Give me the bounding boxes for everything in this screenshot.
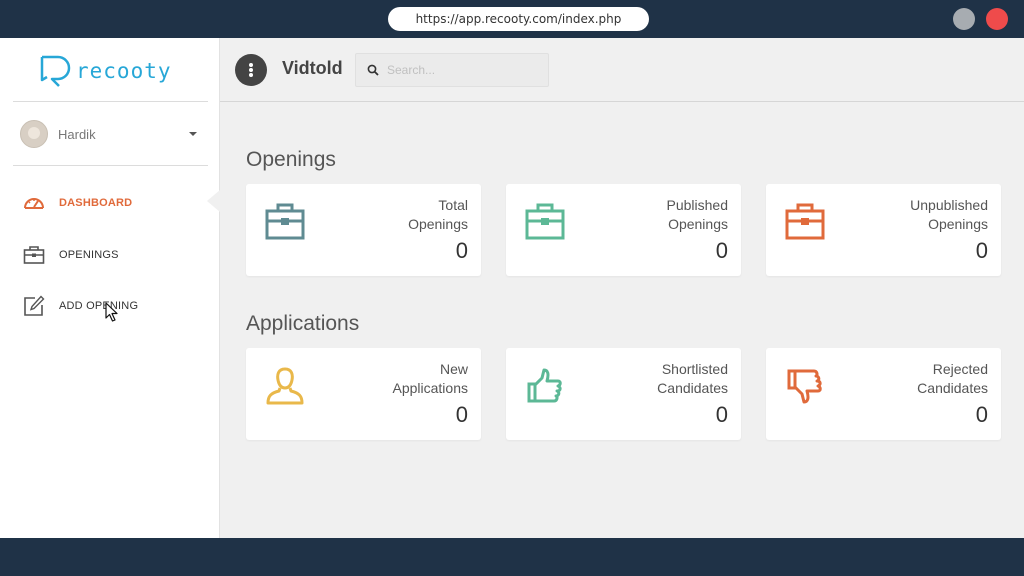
card-value: 0 [715, 238, 728, 263]
card-value: 0 [455, 238, 468, 263]
card-label: Published Openings [666, 197, 729, 232]
user-name: Hardik [58, 126, 96, 142]
browser-bottom-bar [0, 538, 1024, 576]
card-label: Unpublished Openings [910, 197, 988, 232]
sidebar-item-openings[interactable]: OPENINGS [22, 242, 119, 268]
briefcase-icon [22, 244, 46, 266]
search-box[interactable] [355, 53, 549, 87]
app-window: recooty Hardik DASHBOARD OPENINGS ADD OP… [0, 38, 1024, 538]
briefcase-icon [785, 203, 825, 240]
avatar [20, 120, 48, 148]
speedometer-icon [22, 192, 46, 214]
card-shortlisted-candidates[interactable]: Shortlisted Candidates 0 [506, 348, 741, 440]
card-label: New Applications [392, 361, 469, 396]
card-label: Total Openings [408, 197, 468, 232]
card-value: 0 [715, 402, 728, 427]
sidebar-item-label: OPENINGS [59, 249, 119, 261]
logo-text: recooty [76, 59, 172, 83]
company-name: Vidtold [282, 58, 343, 78]
card-value: 0 [975, 402, 988, 427]
card-published-openings[interactable]: Published Openings 0 [506, 184, 741, 276]
thumbs-up-icon [527, 368, 562, 403]
card-value: 0 [975, 238, 988, 263]
section-title-openings: Openings [246, 148, 336, 171]
thumbs-down-icon [787, 369, 822, 404]
browser-top-bar: https://app.recooty.com/index.php [0, 0, 1024, 38]
sidebar: recooty Hardik DASHBOARD OPENINGS ADD OP… [0, 38, 220, 538]
card-rejected-candidates[interactable]: Rejected Candidates 0 [766, 348, 1001, 440]
search-icon [367, 64, 379, 76]
briefcase-icon [525, 203, 565, 240]
card-new-applications[interactable]: New Applications 0 [246, 348, 481, 440]
card-total-openings[interactable]: Total Openings 0 [246, 184, 481, 276]
card-unpublished-openings[interactable]: Unpublished Openings 0 [766, 184, 1001, 276]
search-input[interactable] [387, 63, 537, 77]
menu-button[interactable] [235, 54, 267, 86]
mouse-cursor-icon [105, 302, 118, 322]
card-label: Shortlisted Candidates [657, 361, 728, 396]
section-title-applications: Applications [246, 312, 360, 335]
divider [13, 165, 208, 166]
user-icon [266, 367, 304, 405]
sidebar-item-label: DASHBOARD [59, 197, 133, 209]
divider [13, 101, 208, 102]
briefcase-icon [265, 203, 305, 240]
recooty-logo-icon [40, 55, 71, 87]
sidebar-item-dashboard[interactable]: DASHBOARD [22, 190, 132, 216]
edit-icon [22, 295, 46, 317]
more-vertical-icon [249, 63, 253, 77]
top-header: Vidtold [220, 38, 1024, 102]
user-menu[interactable]: Hardik [20, 120, 205, 148]
active-indicator [207, 190, 220, 212]
sidebar-item-label: ADD OPENING [59, 300, 139, 312]
minimize-button[interactable] [953, 8, 975, 30]
logo[interactable]: recooty [38, 54, 172, 88]
card-label: Rejected Candidates [917, 361, 988, 396]
caret-down-icon [189, 132, 197, 136]
url-bar[interactable]: https://app.recooty.com/index.php [388, 7, 649, 31]
close-button[interactable] [986, 8, 1008, 30]
card-value: 0 [455, 402, 468, 427]
sidebar-item-add-opening[interactable]: ADD OPENING [22, 293, 138, 319]
